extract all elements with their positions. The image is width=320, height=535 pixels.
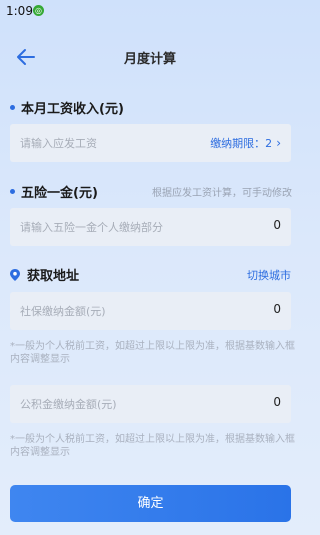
payment-period-label: 缴纳期限：2 (210, 137, 273, 150)
salary-input[interactable]: 请输入应发工资 缴纳期限：2 › (10, 124, 291, 162)
salary-placeholder: 请输入应发工资 (20, 137, 97, 150)
social-security-placeholder: 社保缴纳金额(元) (20, 305, 106, 318)
location-section-label: 获取地址 (27, 269, 80, 284)
location-section-title: 获取地址 (10, 265, 79, 284)
salary-section-label: 本月工资收入(元) (21, 102, 124, 117)
page-title: 月度计算 (123, 52, 176, 67)
insurance-value: 0 (273, 218, 281, 232)
insurance-placeholder: 请输入五险一金个人缴纳部分 (20, 221, 163, 234)
status-bar: 1:09 ◎ (0, 0, 300, 22)
social-security-value: 0 (273, 302, 281, 316)
chevron-right-icon: › (276, 136, 281, 150)
circle-app-icon: ◎ (33, 5, 44, 16)
payment-period-selector[interactable]: 缴纳期限：2 › (210, 135, 281, 151)
housing-fund-placeholder: 公积金缴纳金额(元) (20, 398, 117, 411)
salary-section-title: 本月工资收入(元) (10, 98, 124, 117)
insurance-section-label: 五险一金(元) (21, 186, 98, 201)
social-security-note: *一般为个人税前工资，如超过上限以上限为准，根据基数输入框内容调整显示 (10, 341, 295, 365)
social-security-input[interactable]: 社保缴纳金额(元) 0 (10, 292, 291, 330)
bullet-dot-icon (10, 189, 15, 194)
bullet-dot-icon (10, 105, 15, 110)
switch-city-link[interactable]: 切换城市 (247, 267, 291, 283)
status-time: 1:09 (6, 4, 33, 18)
navigation-bar: 月度计算 (0, 40, 300, 74)
insurance-input[interactable]: 请输入五险一金个人缴纳部分 0 (10, 208, 291, 246)
insurance-section-title: 五险一金(元) (10, 182, 98, 201)
location-pin-icon (10, 268, 20, 281)
insurance-hint: 根据应发工资计算，可手动修改 (152, 188, 292, 199)
housing-fund-value: 0 (273, 395, 281, 409)
confirm-button[interactable]: 确定 (10, 485, 291, 522)
housing-fund-input[interactable]: 公积金缴纳金额(元) 0 (10, 385, 291, 423)
housing-fund-note: *一般为个人税前工资，如超过上限以上限为准，根据基数输入框内容调整显示 (10, 434, 295, 458)
